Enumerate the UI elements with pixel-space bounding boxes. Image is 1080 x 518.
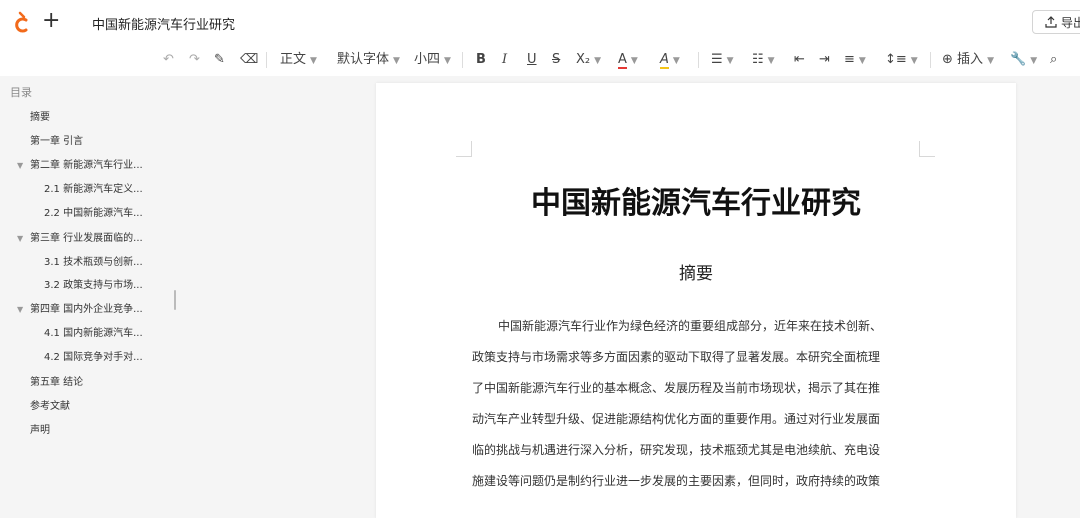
paragraph-style-value: 正文 bbox=[280, 52, 307, 67]
outline-item[interactable]: 参考文献 bbox=[30, 400, 70, 414]
document-page[interactable]: 中国新能源汽车行业研究 摘要 中国新能源汽车行业作为绿色经济的重要组成部分，近年… bbox=[376, 83, 1016, 518]
tools-button[interactable]: 🔧 ▼ bbox=[1010, 51, 1037, 70]
paragraph-line: 施建设等问题仍是制约行业进一步发展的主要因素，但同时，政府持续的政策 bbox=[472, 474, 881, 488]
font-family-value: 默认字体 bbox=[337, 52, 390, 67]
paragraph-line: 动汽车产业转型升级、促进能源结构优化方面的重要作用。通过对行业发展面 bbox=[472, 412, 881, 426]
undo-icon[interactable]: ↶ bbox=[163, 51, 174, 69]
chevron-down-icon: ▼ bbox=[630, 56, 638, 66]
font-size-select[interactable]: 小四 ▼ bbox=[414, 51, 451, 70]
paragraph-line: 了中国新能源汽车行业的基本概念、发展历程及当前市场现状，揭示了其在推 bbox=[472, 381, 881, 395]
toolbar-divider bbox=[698, 52, 699, 68]
abstract-paragraph[interactable]: 中国新能源汽车行业作为绿色经济的重要组成部分，近年来在技术创新、 政策支持与市场… bbox=[472, 311, 920, 497]
find-replace-icon[interactable]: ⌕ bbox=[1050, 51, 1057, 69]
chevron-down-icon: ▼ bbox=[393, 56, 400, 66]
highlight-button[interactable]: A ▼ bbox=[660, 51, 680, 70]
document-name: 中国新能源汽车行业研究 bbox=[92, 18, 236, 33]
chevron-down-icon: ▼ bbox=[910, 56, 918, 66]
font-family-select[interactable]: 默认字体 ▼ bbox=[337, 51, 400, 70]
outline-title: 目录 bbox=[10, 86, 32, 99]
decrease-indent-icon[interactable]: ⇤ bbox=[794, 51, 805, 69]
app-logo-icon[interactable] bbox=[12, 11, 30, 33]
bulleted-list-icon: ☰ bbox=[711, 52, 723, 67]
export-button[interactable]: 导出 bbox=[1032, 10, 1080, 34]
insert-label: 插入 bbox=[957, 52, 984, 67]
export-label: 导出 bbox=[1061, 15, 1080, 30]
paragraph-line: 临的挑战与机遇进行深入分析，研究发现，技术瓶颈尤其是电池续航、充电设 bbox=[472, 443, 881, 457]
numbered-list-button[interactable]: ☷ ▼ bbox=[752, 51, 775, 70]
outline-subitem[interactable]: 2.2 中国新能源汽车... bbox=[44, 207, 143, 221]
clear-format-icon[interactable]: ⌫ bbox=[240, 51, 258, 69]
export-icon bbox=[1045, 16, 1057, 28]
chevron-down-icon: ▼ bbox=[444, 56, 451, 66]
strikethrough-button[interactable]: S bbox=[552, 51, 560, 69]
paragraph-line: 中国新能源汽车行业作为绿色经济的重要组成部分，近年来在技术创新、 bbox=[498, 319, 883, 333]
line-spacing-icon: ↕≡ bbox=[885, 52, 907, 67]
chevron-down-icon: ▼ bbox=[310, 56, 317, 66]
outline-item[interactable]: 第三章 行业发展面临的... bbox=[30, 232, 143, 246]
increase-indent-icon[interactable]: ⇥ bbox=[819, 51, 830, 69]
underline-button[interactable]: U bbox=[527, 51, 537, 69]
outline-subitem[interactable]: 4.2 国际竞争对手对... bbox=[44, 351, 143, 365]
outline-subitem[interactable]: 3.1 技术瓶颈与创新... bbox=[44, 256, 143, 270]
chevron-down-icon: ▼ bbox=[987, 56, 994, 66]
chevron-down-icon: ▼ bbox=[672, 56, 680, 66]
paragraph-style-select[interactable]: 正文 ▼ bbox=[280, 51, 317, 70]
outline-item[interactable]: 摘要 bbox=[30, 111, 50, 125]
format-painter-icon[interactable]: ✎ bbox=[214, 51, 225, 69]
toolbar-divider bbox=[462, 52, 463, 68]
formatting-toolbar: ↶ ↷ ✎ ⌫ 正文 ▼ 默认字体 ▼ 小四 ▼ B I U S X₂ ▼ A ▼ A ▼ … bbox=[0, 44, 1080, 76]
outline-item[interactable]: 第二章 新能源汽车行业... bbox=[30, 159, 143, 173]
outline-item[interactable]: 第四章 国内外企业竞争... bbox=[30, 303, 143, 317]
outline-item[interactable]: 声明 bbox=[30, 424, 50, 438]
toolbar-divider bbox=[266, 52, 267, 68]
wrench-icon: 🔧 bbox=[1010, 52, 1027, 67]
outline-subitem[interactable]: 3.2 政策支持与市场... bbox=[44, 279, 143, 293]
page-margin-marker bbox=[919, 141, 935, 157]
align-left-icon: ≡ bbox=[844, 52, 855, 67]
insert-button[interactable]: ⊕ 插入 ▼ bbox=[942, 51, 994, 70]
redo-icon[interactable]: ↷ bbox=[189, 51, 200, 69]
font-color-button[interactable]: A ▼ bbox=[618, 51, 638, 70]
subscript-button[interactable]: X₂ ▼ bbox=[576, 51, 601, 70]
line-spacing-button[interactable]: ↕≡ ▼ bbox=[885, 51, 918, 70]
plus-icon[interactable]: + bbox=[42, 9, 60, 33]
section-heading[interactable]: 摘要 bbox=[376, 259, 1016, 284]
paragraph-line: 政策支持与市场需求等多方面因素的驱动下取得了显著发展。本研究全面梳理 bbox=[472, 350, 881, 364]
chevron-down-icon: ▼ bbox=[858, 56, 866, 66]
chevron-down-icon: ▼ bbox=[1030, 56, 1038, 66]
outline-subitem[interactable]: 2.1 新能源汽车定义... bbox=[44, 183, 143, 197]
add-circle-icon: ⊕ bbox=[942, 52, 953, 67]
align-button[interactable]: ≡ ▼ bbox=[844, 51, 866, 70]
collapse-arrow-icon[interactable]: ▼ bbox=[17, 159, 23, 173]
bulleted-list-button[interactable]: ☰ ▼ bbox=[711, 51, 734, 70]
outline-sidebar: 目录 摘要 第一章 引言 ▼ 第二章 新能源汽车行业... 2.1 新能源汽车定… bbox=[0, 76, 190, 518]
page-margin-marker bbox=[456, 141, 472, 157]
numbered-list-icon: ☷ bbox=[752, 52, 764, 67]
bold-button[interactable]: B bbox=[476, 51, 486, 69]
collapse-arrow-icon[interactable]: ▼ bbox=[17, 232, 23, 246]
title-bar: + 中国新能源汽车行业研究 导出 bbox=[0, 0, 1080, 44]
subscript-label: X₂ bbox=[576, 52, 591, 67]
sidebar-resize-handle[interactable] bbox=[174, 290, 176, 310]
outline-subitem[interactable]: 4.1 国内新能源汽车... bbox=[44, 327, 143, 341]
document-heading[interactable]: 中国新能源汽车行业研究 bbox=[376, 178, 1016, 222]
font-size-value: 小四 bbox=[414, 52, 441, 67]
outline-item[interactable]: 第一章 引言 bbox=[30, 135, 83, 149]
chevron-down-icon: ▼ bbox=[726, 56, 734, 66]
chevron-down-icon: ▼ bbox=[767, 56, 775, 66]
collapse-arrow-icon[interactable]: ▼ bbox=[17, 303, 23, 317]
chevron-down-icon: ▼ bbox=[594, 56, 602, 66]
italic-button[interactable]: I bbox=[502, 51, 507, 69]
highlight-icon: A bbox=[660, 52, 669, 69]
font-color-icon: A bbox=[618, 52, 627, 69]
outline-item[interactable]: 第五章 结论 bbox=[30, 376, 83, 390]
toolbar-divider bbox=[930, 52, 931, 68]
